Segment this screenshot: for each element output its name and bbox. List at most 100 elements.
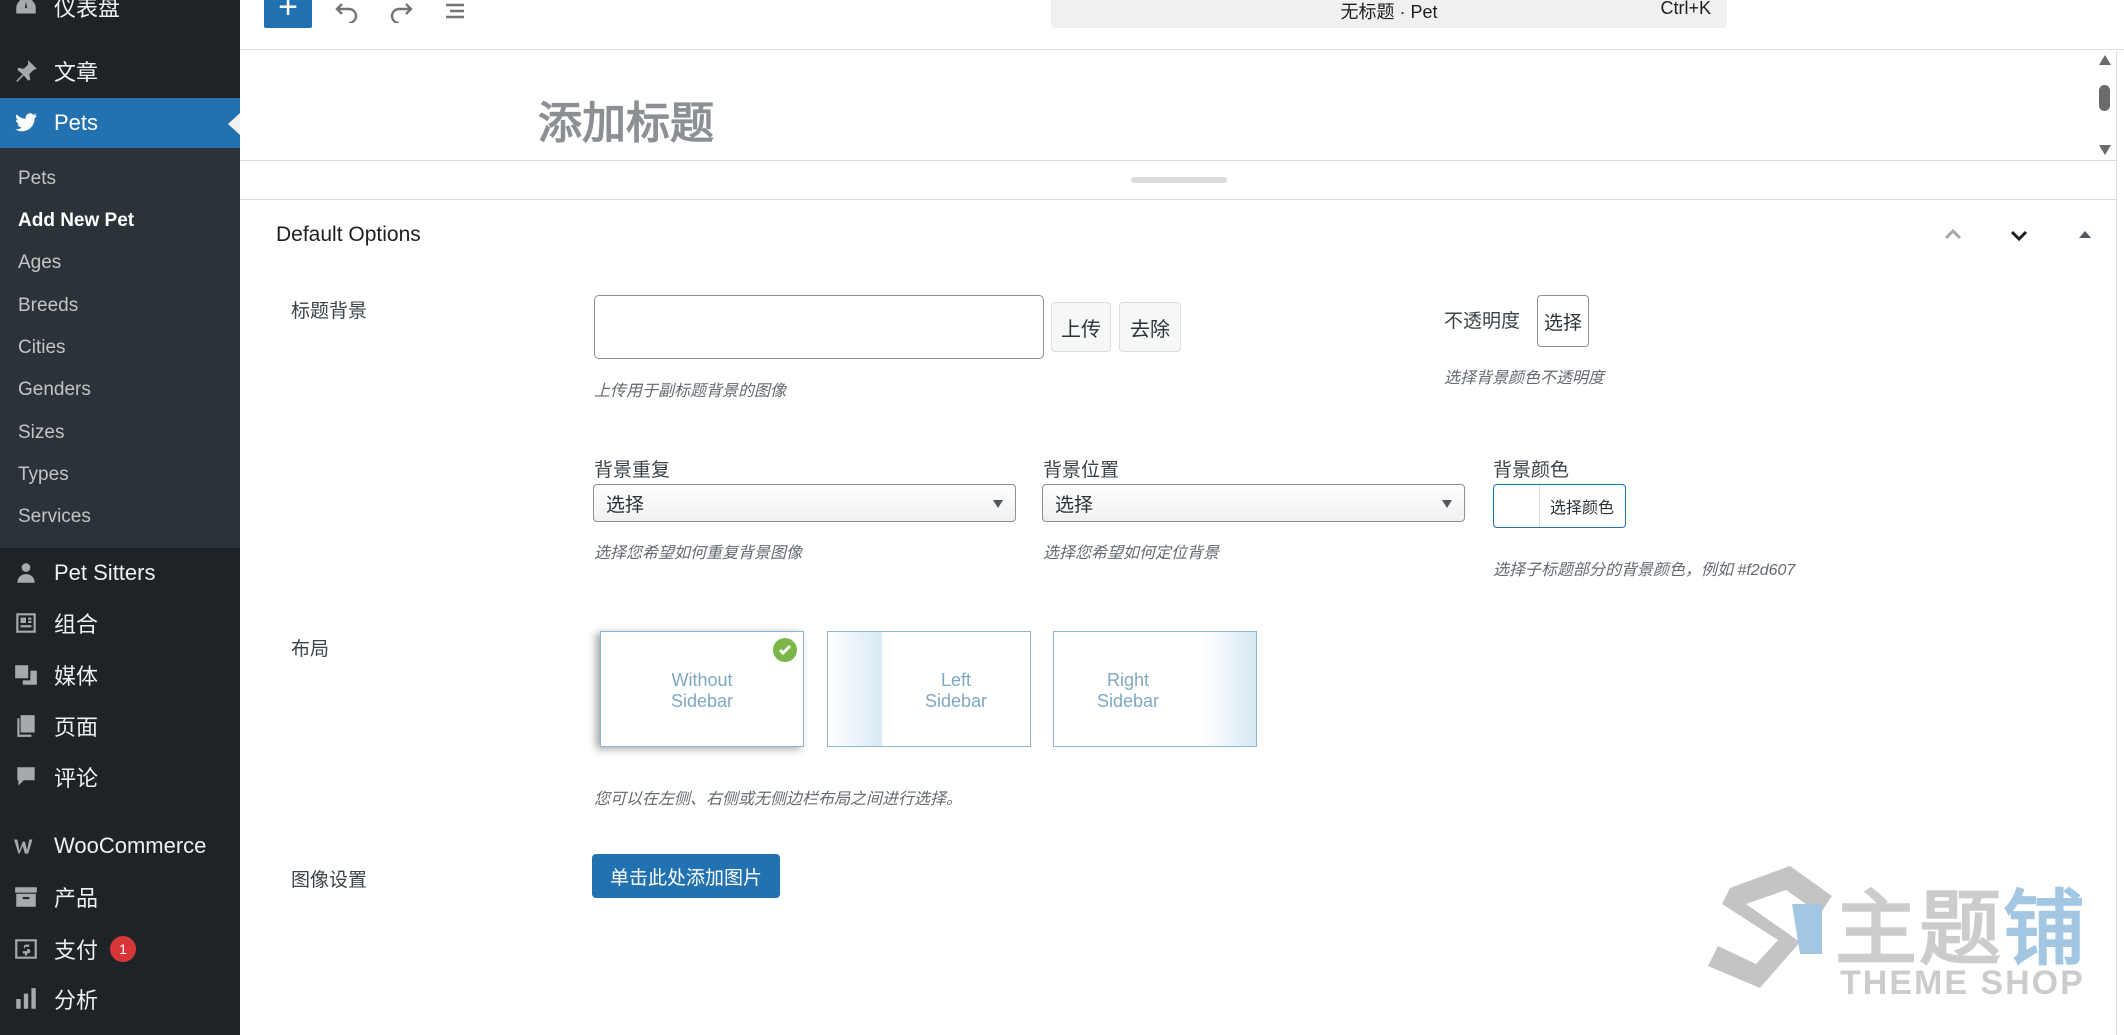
woocommerce-icon (12, 832, 40, 860)
pets-submenu: Pets Add New Pet Ages Breeds Cities Gend… (0, 148, 240, 548)
menu-item-analytics[interactable]: 分析 (0, 974, 240, 1024)
bg-color-label: 背景颜色 (1493, 460, 1570, 481)
bg-color-description: 选择子标题部分的背景颜色，例如 #f2d607 (1493, 562, 1796, 579)
bg-repeat-value: 选择 (606, 494, 645, 516)
undo-icon[interactable] (332, 0, 362, 24)
bg-repeat-label: 背景重复 (594, 460, 671, 481)
menu-item-pages[interactable]: 页面 (0, 701, 240, 751)
add-block-button[interactable]: + (264, 0, 312, 28)
menu-label: WooCommerce (54, 833, 207, 858)
document-overview-icon[interactable] (440, 0, 470, 24)
menu-item-dashboard[interactable]: 仪表盘 (0, 0, 240, 32)
payment-icon (12, 935, 40, 963)
remove-button[interactable]: 去除 (1119, 302, 1181, 352)
submenu-item-add-new-pet[interactable]: Add New Pet (18, 210, 134, 232)
pin-icon (12, 57, 40, 85)
submenu-item-pets[interactable]: Pets (18, 168, 56, 190)
menu-label: 产品 (54, 886, 99, 911)
menu-item-media[interactable]: 媒体 (0, 650, 240, 700)
submenu-item-ages[interactable]: Ages (18, 252, 61, 274)
theme-shop-watermark: 主题铺 THEME SHOP (1700, 858, 2100, 1008)
menu-label: 文章 (54, 60, 99, 85)
editor-scrollbar[interactable] (2094, 51, 2114, 161)
bg-repeat-description: 选择您希望如何重复背景图像 (594, 545, 803, 562)
chevron-down-icon (993, 500, 1003, 508)
title-background-input[interactable] (594, 295, 1044, 359)
submenu-item-types[interactable]: Types (18, 464, 69, 486)
divider (2116, 51, 2117, 1035)
submenu-item-sizes[interactable]: Sizes (18, 422, 64, 444)
redo-icon[interactable] (386, 0, 416, 24)
comment-icon (12, 763, 40, 791)
title-background-label: 标题背景 (291, 301, 368, 322)
opacity-select-button[interactable]: 选择 (1537, 295, 1589, 347)
menu-label: 支付 (54, 938, 99, 963)
submenu-item-breeds[interactable]: Breeds (18, 295, 78, 317)
scroll-thumb[interactable] (2099, 85, 2110, 111)
menu-label: Pet Sitters (54, 560, 156, 585)
layout-label: 布局 (291, 639, 330, 660)
media-icon (12, 661, 40, 689)
menu-label: 仪表盘 (54, 0, 121, 21)
menu-item-woocommerce[interactable]: WooCommerce (0, 821, 240, 871)
bg-color-picker-button[interactable]: 选择颜色 (1493, 484, 1626, 528)
layout-option-label: Without Sidebar (670, 670, 734, 711)
submenu-item-genders[interactable]: Genders (18, 379, 91, 401)
opacity-description: 选择背景颜色不透明度 (1444, 370, 1605, 387)
layout-option-without-sidebar[interactable]: Without Sidebar (600, 631, 804, 747)
portfolio-icon (12, 609, 40, 637)
image-settings-label: 图像设置 (291, 870, 368, 891)
check-icon (773, 638, 797, 662)
move-up-icon[interactable] (1938, 220, 1968, 250)
menu-label: 组合 (54, 612, 99, 637)
layout-option-right-sidebar[interactable]: Right Sidebar (1053, 631, 1257, 747)
admin-sidebar: 仪表盘 文章 Pets Pets Add New Pet Ages Breeds… (0, 0, 240, 1035)
scroll-down-icon[interactable] (2099, 145, 2111, 155)
bg-position-select[interactable]: 选择 (1042, 484, 1465, 522)
menu-item-pet-sitters[interactable]: Pet Sitters (0, 548, 240, 598)
bg-color-button-label: 选择颜色 (1550, 500, 1615, 517)
archive-icon (12, 883, 40, 911)
add-image-button[interactable]: 单击此处添加图片 (592, 854, 780, 898)
pages-icon (12, 712, 40, 740)
metabox-resize-handle[interactable] (1131, 177, 1227, 183)
chart-bar-icon (12, 985, 40, 1013)
layout-description: 您可以在左侧、右侧或无侧边栏布局之间进行选择。 (594, 791, 963, 808)
layout-option-left-sidebar[interactable]: Left Sidebar (827, 631, 1031, 747)
watermark-logo-icon (1708, 866, 1832, 988)
twitter-bird-icon (12, 109, 40, 137)
submenu-item-services[interactable]: Services (18, 506, 91, 528)
submenu-item-cities[interactable]: Cities (18, 337, 66, 359)
title-background-description: 上传用于副标题背景的图像 (594, 383, 787, 400)
post-title-input[interactable]: 添加标题 (538, 87, 714, 151)
menu-label: 分析 (54, 988, 99, 1013)
upload-button[interactable]: 上传 (1051, 302, 1111, 352)
notification-badge: 1 (110, 936, 137, 962)
menu-label: 页面 (54, 715, 99, 740)
bg-repeat-select[interactable]: 选择 (593, 484, 1016, 522)
opacity-label: 不透明度 (1444, 311, 1521, 332)
collapse-toggle-icon[interactable] (2070, 220, 2100, 250)
watermark-subtext: THEME SHOP (1840, 964, 2085, 1002)
menu-item-comments[interactable]: 评论 (0, 752, 240, 802)
bg-position-value: 选择 (1055, 494, 1094, 516)
document-title-label: 无标题 · Pet (1340, 2, 1438, 22)
menu-item-payments[interactable]: 支付 1 (0, 924, 240, 974)
command-center[interactable]: 无标题 · Pet Ctrl+K (1051, 0, 1727, 28)
bg-position-label: 背景位置 (1043, 460, 1120, 481)
move-down-icon[interactable] (2004, 220, 2034, 250)
menu-label: Pets (54, 110, 99, 135)
editor-canvas: 添加标题 (240, 51, 2116, 161)
menu-item-portfolio[interactable]: 组合 (0, 598, 240, 648)
menu-item-pets[interactable]: Pets (0, 98, 240, 148)
menu-item-products[interactable]: 产品 (0, 872, 240, 922)
layout-option-label: Right Sidebar (1096, 670, 1160, 711)
menu-label: 媒体 (54, 664, 99, 689)
metabox-title: Default Options (276, 223, 421, 246)
editor-toolbar: + 无标题 · Pet Ctrl+K (240, 0, 2124, 50)
users-icon (12, 559, 40, 587)
color-swatch (1494, 485, 1540, 527)
menu-item-posts[interactable]: 文章 (0, 46, 240, 96)
bg-position-description: 选择您希望如何定位背景 (1043, 545, 1220, 562)
scroll-up-icon[interactable] (2099, 55, 2111, 65)
